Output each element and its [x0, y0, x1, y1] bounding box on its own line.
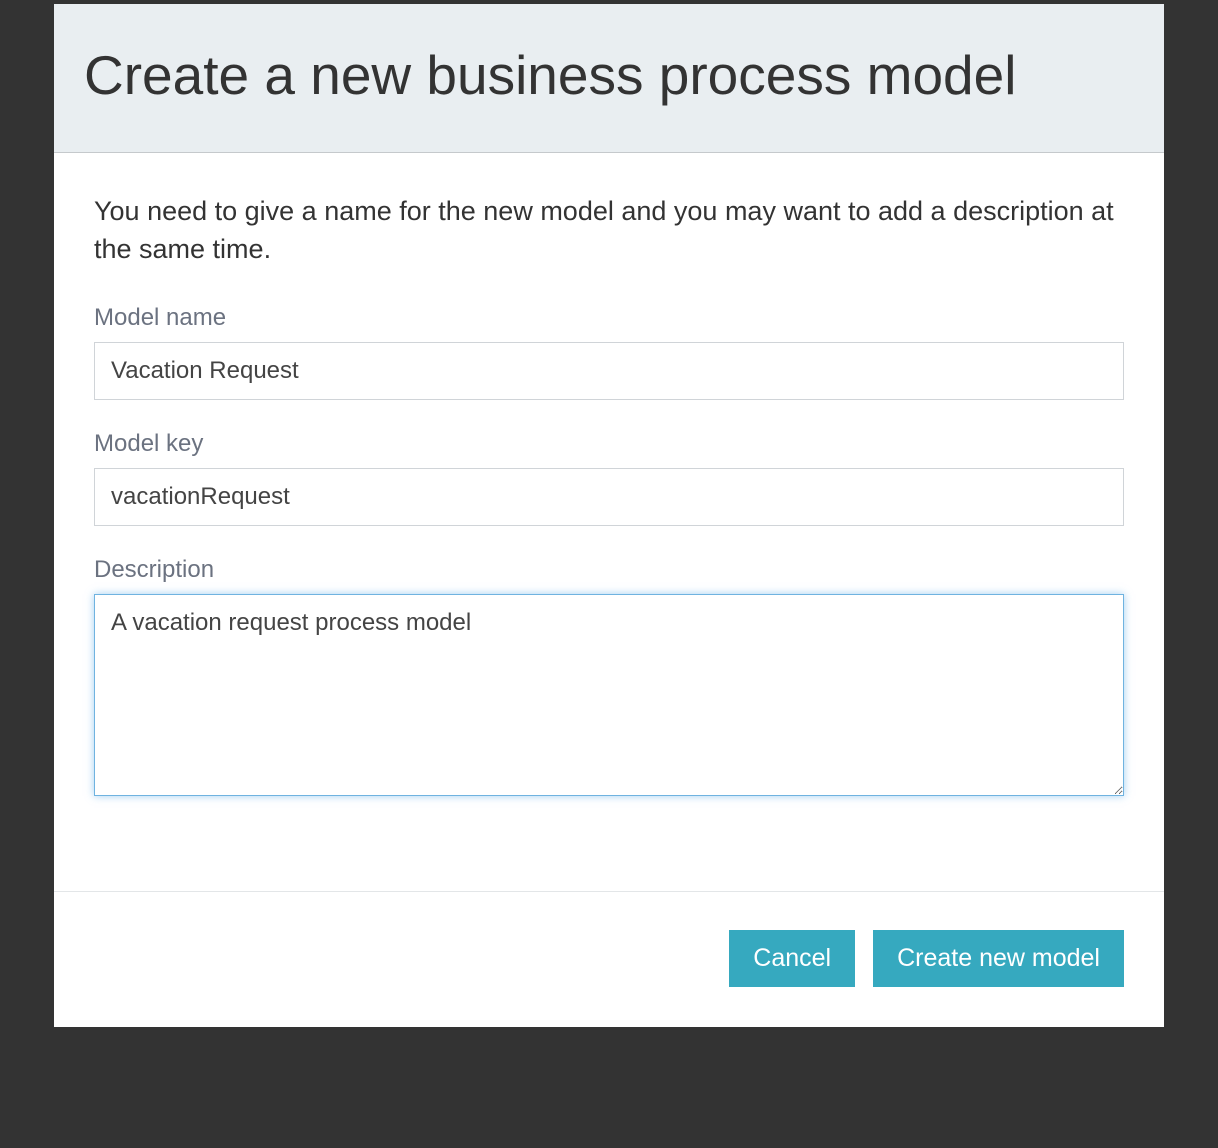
create-model-button[interactable]: Create new model	[873, 930, 1124, 987]
model-key-group: Model key	[94, 430, 1124, 526]
description-textarea[interactable]	[94, 594, 1124, 796]
cancel-button[interactable]: Cancel	[729, 930, 855, 987]
dialog-footer: Cancel Create new model	[54, 891, 1164, 1027]
model-name-group: Model name	[94, 304, 1124, 400]
description-label: Description	[94, 556, 1124, 584]
model-name-label: Model name	[94, 304, 1124, 332]
dialog-header: Create a new business process model	[54, 4, 1164, 153]
model-key-label: Model key	[94, 430, 1124, 458]
create-model-dialog: Create a new business process model You …	[54, 4, 1164, 1027]
dialog-title: Create a new business process model	[84, 44, 1134, 107]
model-key-input[interactable]	[94, 468, 1124, 526]
model-name-input[interactable]	[94, 342, 1124, 400]
dialog-body: You need to give a name for the new mode…	[54, 153, 1164, 891]
intro-text: You need to give a name for the new mode…	[94, 193, 1124, 269]
description-group: Description	[94, 556, 1124, 801]
